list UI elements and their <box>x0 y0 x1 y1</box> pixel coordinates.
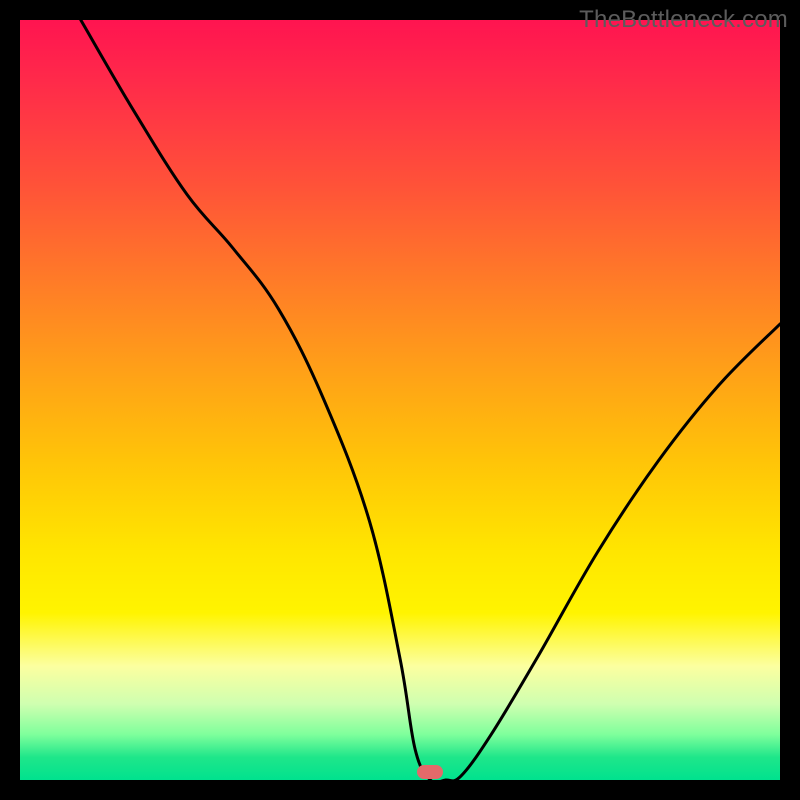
optimal-point-marker <box>417 765 443 779</box>
watermark-label: TheBottleneck.com <box>579 6 788 34</box>
curve-layer <box>20 20 780 780</box>
chart-frame: TheBottleneck.com <box>0 0 800 800</box>
bottleneck-curve <box>81 20 780 780</box>
plot-area <box>20 20 780 780</box>
